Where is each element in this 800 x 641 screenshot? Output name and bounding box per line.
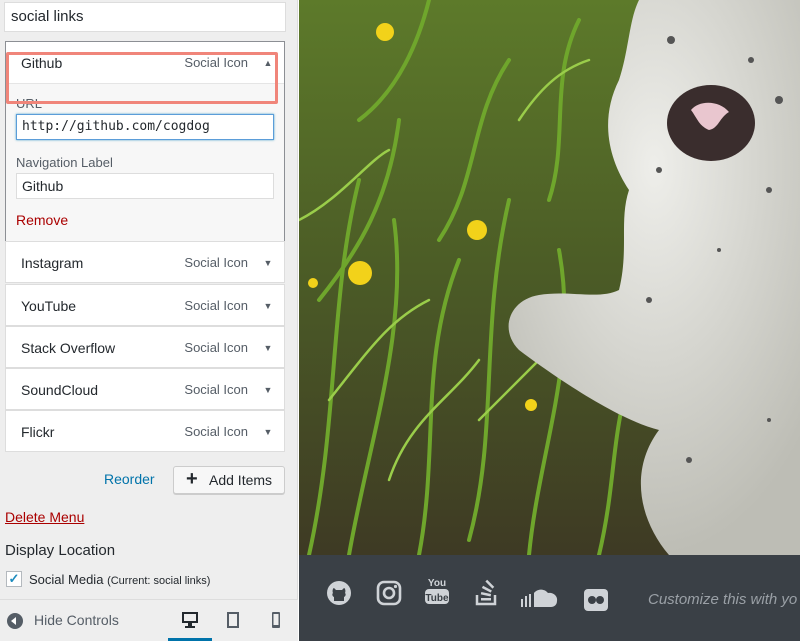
menu-name-field[interactable]: social links <box>4 2 286 32</box>
customizer-panel: social links Github Social Icon ▲ URL ht… <box>0 0 298 641</box>
menu-item-youtube[interactable]: YouTube Social Icon ▼ <box>5 284 285 326</box>
chevron-down-icon[interactable]: ▼ <box>262 384 274 396</box>
flickr-icon[interactable] <box>584 589 608 611</box>
plus-icon: + <box>186 468 198 490</box>
social-media-label[interactable]: Social Media (Current: social links) <box>29 572 210 587</box>
footer-customize-text: Customize this with yo <box>648 591 798 608</box>
current-location-note: (Current: social links) <box>107 575 211 587</box>
tablet-preview-button[interactable] <box>212 600 256 641</box>
customizer-footer: Hide Controls <box>0 599 298 641</box>
url-highlight-box <box>6 52 278 104</box>
chevron-down-icon[interactable]: ▼ <box>262 342 274 354</box>
stackoverflow-icon[interactable] <box>474 577 500 607</box>
puppy-in-grass-photo <box>299 0 800 555</box>
menu-item-type: Social Icon <box>184 298 248 313</box>
chevron-down-icon[interactable]: ▼ <box>262 300 274 312</box>
menu-item-soundcloud[interactable]: SoundCloud Social Icon ▼ <box>5 368 285 410</box>
menu-item-title: Stack Overflow <box>21 340 116 356</box>
youtube-icon[interactable]: You Tube <box>424 575 450 609</box>
menu-item-title: Instagram <box>21 255 84 271</box>
navigation-label-label: Navigation Label <box>16 155 113 170</box>
add-items-button[interactable]: + Add Items <box>173 466 285 494</box>
hide-controls-button[interactable]: Hide Controls <box>34 612 119 628</box>
menu-item-title: Flickr <box>21 424 55 440</box>
mobile-icon <box>272 612 280 628</box>
menu-item-stack-overflow[interactable]: Stack Overflow Social Icon ▼ <box>5 326 285 368</box>
mobile-preview-button[interactable] <box>255 600 299 641</box>
reorder-link[interactable]: Reorder <box>104 471 155 487</box>
svg-text:You: You <box>428 578 446 589</box>
svg-text:Tube: Tube <box>425 593 449 604</box>
site-footer: You Tube Customize this with yo <box>299 555 800 641</box>
chevron-down-icon[interactable]: ▼ <box>262 426 274 438</box>
url-field[interactable]: http://github.com/cogdog <box>16 114 274 140</box>
instagram-icon[interactable] <box>375 579 403 607</box>
menu-item-type: Social Icon <box>184 255 248 270</box>
menu-item-type: Social Icon <box>184 424 248 439</box>
checkbox-label-text: Social Media <box>29 572 104 587</box>
site-preview: You Tube Customize this with yo <box>299 0 800 641</box>
menu-item-type: Social Icon <box>184 340 248 355</box>
navigation-label-field[interactable]: Github <box>16 173 274 199</box>
add-items-label: Add Items <box>209 472 273 488</box>
display-location-heading: Display Location <box>5 542 116 559</box>
menu-item-type: Social Icon <box>184 382 248 397</box>
menu-item-instagram[interactable]: Instagram Social Icon ▼ <box>5 241 285 283</box>
collapse-arrow-icon[interactable] <box>7 613 23 629</box>
remove-link[interactable]: Remove <box>16 212 68 228</box>
desktop-icon <box>182 612 198 628</box>
desktop-preview-button[interactable] <box>168 600 212 641</box>
menu-item-title: YouTube <box>21 298 77 314</box>
menu-item-title: SoundCloud <box>21 382 99 398</box>
social-media-checkbox[interactable]: ✓ <box>6 571 22 587</box>
delete-menu-link[interactable]: Delete Menu <box>5 509 84 525</box>
chevron-down-icon[interactable]: ▼ <box>262 257 274 269</box>
github-icon[interactable] <box>325 579 353 607</box>
soundcloud-icon[interactable] <box>520 587 560 609</box>
menu-item-flickr[interactable]: Flickr Social Icon ▼ <box>5 410 285 452</box>
tablet-icon <box>227 612 239 628</box>
